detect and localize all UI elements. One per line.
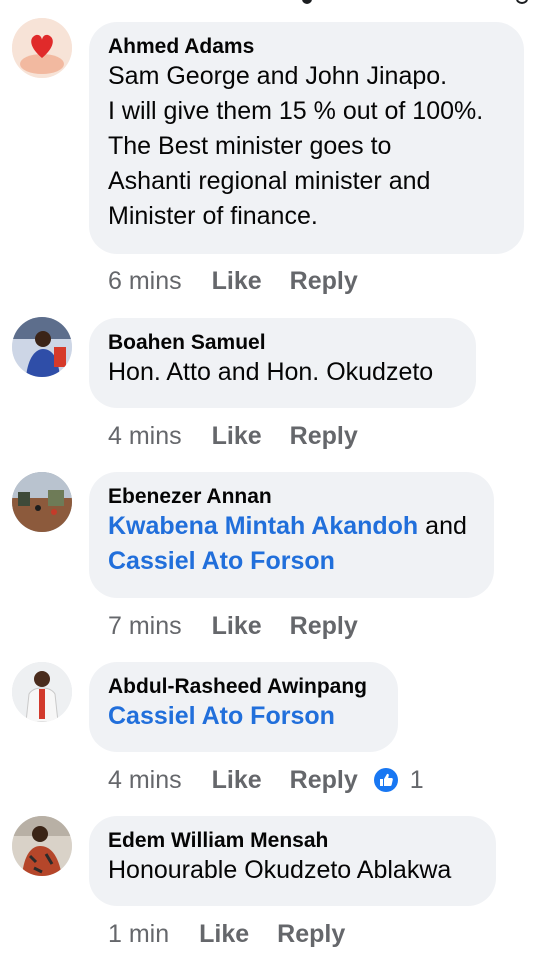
comment-line: The Best minister goes to — [108, 132, 392, 160]
like-button[interactable]: Like — [199, 919, 249, 949]
thumbs-up-icon[interactable] — [373, 768, 398, 792]
comment-line: Kwabena Mintah Akandoh and — [108, 509, 475, 544]
comment-text: Cassiel Ato Forson — [108, 699, 379, 734]
mention-link[interactable]: Kwabena Mintah Akandoh — [108, 512, 418, 540]
mention-link[interactable]: Cassiel Ato Forson — [108, 547, 335, 575]
comment-line: Ashanti regional minister and — [108, 167, 431, 195]
comment-author[interactable]: Abdul-Rasheed Awinpang — [108, 674, 379, 699]
comment-time[interactable]: 4 mins — [108, 421, 182, 451]
mention-link[interactable]: Cassiel Ato Forson — [108, 702, 335, 730]
comment-actions: 4 mins Like Reply — [108, 421, 386, 451]
avatar[interactable] — [12, 662, 72, 722]
comment-time[interactable]: 6 mins — [108, 266, 182, 296]
comment-text: Sam George and John Jinapo. I will give … — [108, 59, 505, 234]
comment-actions: 1 min Like Reply — [108, 919, 373, 949]
reply-button[interactable]: Reply — [277, 919, 345, 949]
comment-text: Hon. Atto and Hon. Okudzeto — [108, 355, 457, 390]
comment-connector: and — [418, 512, 467, 540]
avatar[interactable] — [12, 18, 72, 78]
reply-button[interactable]: Reply — [290, 421, 358, 451]
like-button[interactable]: Like — [212, 266, 262, 296]
comment-text: Kwabena Mintah Akandoh and Cassiel Ato F… — [108, 509, 475, 579]
like-button[interactable]: Like — [212, 765, 262, 795]
comment-actions: 4 mins Like Reply 1 — [108, 765, 424, 795]
reply-button[interactable]: Reply — [290, 765, 358, 795]
like-button[interactable]: Like — [212, 421, 262, 451]
comment-line: Hon. Atto and Hon. Okudzeto — [108, 358, 434, 386]
reaction-count[interactable]: 1 — [410, 765, 424, 795]
comment-bubble: Abdul-Rasheed Awinpang Cassiel Ato Forso… — [89, 662, 398, 752]
reply-button[interactable]: Reply — [290, 611, 358, 641]
avatar[interactable] — [12, 317, 72, 377]
comment-author[interactable]: Ahmed Adams — [108, 34, 505, 59]
comment-line: Cassiel Ato Forson — [108, 699, 379, 734]
comment-author[interactable]: Ebenezer Annan — [108, 484, 475, 509]
comment-time[interactable]: 1 min — [108, 919, 169, 949]
like-button[interactable]: Like — [212, 611, 262, 641]
top-bar-fragment — [0, 0, 540, 18]
comment-line: Honourable Okudzeto Ablakwa — [108, 856, 452, 884]
reply-button[interactable]: Reply — [290, 266, 358, 296]
comment-author[interactable]: Boahen Samuel — [108, 330, 457, 355]
comment-actions: 6 mins Like Reply — [108, 266, 386, 296]
comment-bubble: Boahen Samuel Hon. Atto and Hon. Okudzet… — [89, 318, 476, 408]
comment-line: Sam George and John Jinapo. — [108, 62, 448, 90]
avatar[interactable] — [12, 816, 72, 876]
comment-line: Minister of finance. — [108, 202, 318, 230]
comment-bubble: Edem William Mensah Honourable Okudzeto … — [89, 816, 496, 906]
comment-bubble: Ahmed Adams Sam George and John Jinapo. … — [89, 22, 524, 254]
comment-author[interactable]: Edem William Mensah — [108, 828, 477, 853]
top-icon-fragment — [516, 0, 528, 4]
comment-text: Honourable Okudzeto Ablakwa — [108, 853, 477, 888]
comment-actions: 7 mins Like Reply — [108, 611, 386, 641]
comment-line: Cassiel Ato Forson — [108, 544, 475, 579]
comment-time[interactable]: 7 mins — [108, 611, 182, 641]
comment-bubble: Ebenezer Annan Kwabena Mintah Akandoh an… — [89, 472, 494, 598]
top-icon-fragment — [302, 0, 312, 4]
comment-time[interactable]: 4 mins — [108, 765, 182, 795]
comment-line: I will give them 15 % out of 100%. — [108, 97, 484, 125]
avatar[interactable] — [12, 472, 72, 532]
